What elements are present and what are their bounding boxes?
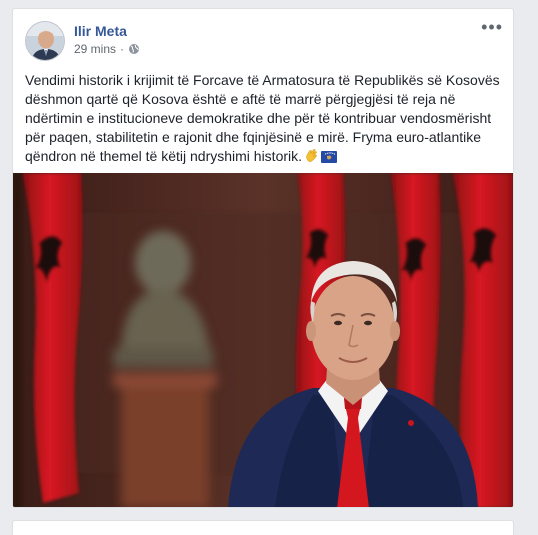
- feed-post: Ilir Meta 29 mins · ••• Vendimi historik…: [12, 8, 514, 508]
- meta-separator: ·: [120, 42, 125, 56]
- kosovo-flag-emoji: [321, 149, 338, 168]
- post-text: Vendimi historik i krijimit të Forcave t…: [25, 71, 511, 168]
- more-options-icon[interactable]: •••: [481, 18, 503, 36]
- post-photo[interactable]: [13, 173, 513, 507]
- next-feed-post: [12, 520, 514, 535]
- author-name-link[interactable]: Ilir Meta: [74, 23, 127, 39]
- post-meta: 29 mins ·: [74, 42, 140, 56]
- post-timestamp[interactable]: 29 mins: [74, 42, 116, 56]
- clapping-hands-emoji: [304, 148, 319, 168]
- post-text-body: Vendimi historik i krijimit të Forcave t…: [25, 72, 500, 164]
- author-avatar[interactable]: [25, 21, 65, 61]
- globe-icon[interactable]: [128, 43, 140, 55]
